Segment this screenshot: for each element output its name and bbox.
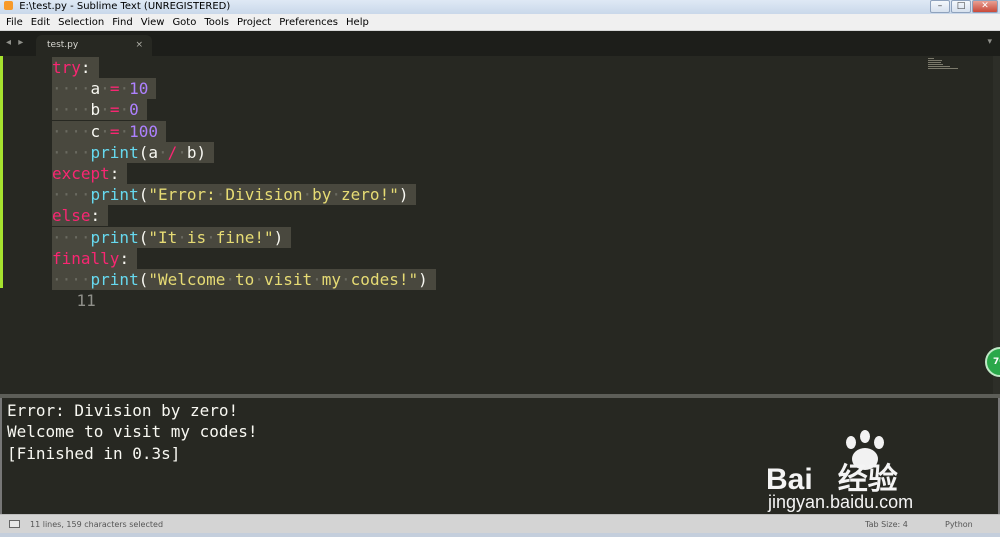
output-line: Error: Division by zero!: [7, 401, 239, 420]
tab-size-selector[interactable]: Tab Size: 4: [865, 515, 908, 534]
code-line: 6 except:: [0, 162, 128, 204]
tab-close-icon[interactable]: ×: [135, 35, 143, 56]
code-text: except:: [52, 162, 128, 184]
window-controls: – □ ✕: [930, 0, 998, 14]
tab-label: test.py: [47, 40, 79, 50]
minimize-button[interactable]: –: [930, 0, 950, 13]
output-line: [Finished in 0.3s]: [7, 443, 181, 463]
tab-nav-arrows-icon[interactable]: ◂ ▸: [6, 37, 25, 48]
maximize-button[interactable]: □: [951, 0, 971, 13]
code-text: ····a·=·10: [52, 78, 157, 100]
code-editor[interactable]: 1 try: 2 ····a·=·10 3 ····b·=·0 4 ····c·…: [0, 56, 1000, 394]
code-line: 1 try:: [0, 57, 99, 98]
tab-test-py[interactable]: test.py ×: [36, 35, 152, 56]
code-text: ····print("Welcome·to·visit·my·codes!"): [52, 268, 436, 290]
menu-selection[interactable]: Selection: [54, 14, 108, 30]
sublime-app-icon: [4, 1, 13, 10]
code-text: ····c·=·100: [52, 120, 166, 142]
code-text: ····print("Error:·Division·by·zero!"): [52, 184, 417, 206]
code-line: 3 ····b·=·0: [0, 99, 147, 140]
console-toggle-icon[interactable]: [9, 520, 20, 528]
menu-file[interactable]: File: [2, 14, 27, 30]
code-text: else:: [52, 205, 109, 227]
menu-goto[interactable]: Goto: [168, 14, 200, 30]
window-title-bar: E:\test.py - Sublime Text (UNREGISTERED)…: [0, 0, 1000, 14]
menu-bar: File Edit Selection Find View Goto Tools…: [0, 14, 1000, 31]
code-text: ····print(a·/·b): [52, 141, 215, 163]
code-line: 8 else:: [0, 205, 109, 246]
syntax-selector[interactable]: Python: [945, 515, 973, 534]
code-line: 5 ····print(a·/·b): [0, 141, 215, 183]
window-title: E:\test.py - Sublime Text (UNREGISTERED): [19, 1, 231, 12]
selection-status: 11 lines, 159 characters selected: [30, 520, 164, 529]
baidu-url-text: jingyan.baidu.com: [768, 492, 914, 512]
line-number: 11: [76, 290, 96, 310]
code-text: try:: [52, 57, 99, 78]
code-line: 10 finally:: [0, 247, 138, 289]
code-lines: 1 try: 2 ····a·=·10 3 ····b·=·0 4 ····c·…: [0, 57, 436, 310]
tab-bar: ◂ ▸ test.py × ▾: [0, 31, 1000, 56]
code-line: 9 ····print("It·is·fine!"): [0, 226, 292, 268]
speed-badge[interactable]: 70: [985, 347, 1000, 377]
code-line: 11 ····print("Welcome·to·visit·my·codes!…: [0, 268, 436, 310]
menu-view[interactable]: View: [137, 14, 169, 30]
code-line: 2 ····a·=·10: [0, 78, 157, 119]
menu-edit[interactable]: Edit: [27, 14, 54, 30]
tab-dropdown-icon[interactable]: ▾: [987, 37, 992, 47]
menu-find[interactable]: Find: [108, 14, 137, 30]
baidu-watermark: Bai 经验 jingyan.baidu.com: [766, 430, 978, 516]
status-bar: 11 lines, 159 characters selected Tab Si…: [0, 514, 1000, 533]
code-text: ····b·=·0: [52, 99, 147, 121]
code-line: 4 ····c·=·100: [0, 120, 166, 162]
menu-tools[interactable]: Tools: [200, 14, 233, 30]
output-line: Welcome to visit my codes!: [7, 422, 258, 442]
minimap[interactable]: [928, 58, 958, 72]
build-output: Error: Division by zero! Welcome to visi…: [7, 400, 257, 464]
editor-scrollbar[interactable]: [993, 56, 1000, 394]
menu-preferences[interactable]: Preferences: [275, 14, 342, 30]
taskbar-strip: [0, 533, 1000, 537]
code-text: ····print("It·is·fine!"): [52, 226, 292, 248]
close-button[interactable]: ✕: [972, 0, 998, 13]
menu-project[interactable]: Project: [233, 14, 275, 30]
menu-help[interactable]: Help: [342, 14, 373, 30]
code-line: 7 ····print("Error:·Division·by·zero!"): [0, 184, 417, 225]
code-text: finally:: [52, 247, 138, 269]
